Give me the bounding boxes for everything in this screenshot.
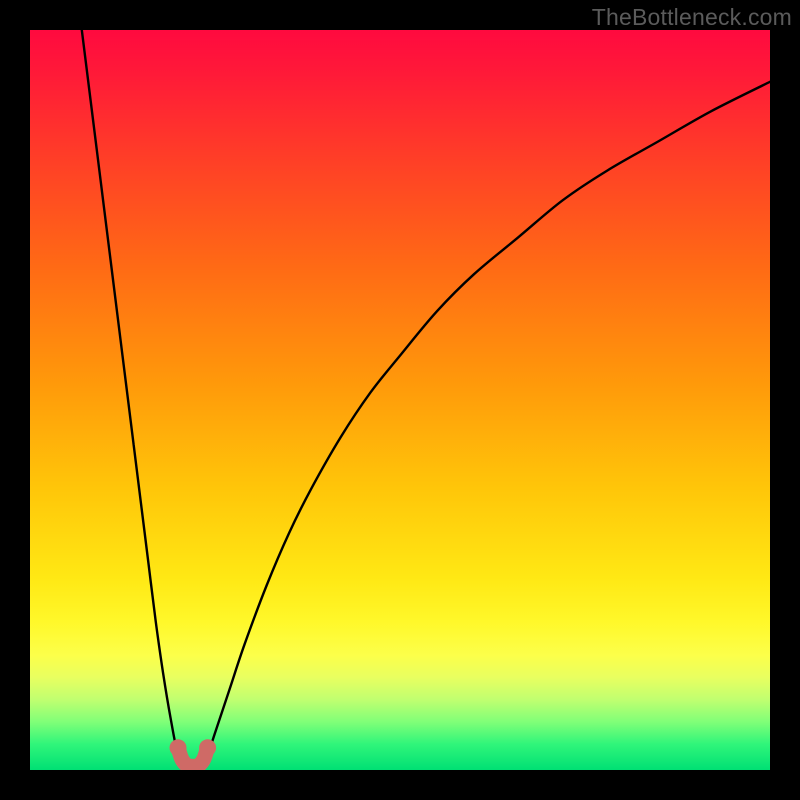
chart-frame: TheBottleneck.com <box>0 0 800 800</box>
watermark-text: TheBottleneck.com <box>592 4 792 31</box>
plot-area <box>30 30 770 770</box>
chart-svg <box>30 30 770 770</box>
